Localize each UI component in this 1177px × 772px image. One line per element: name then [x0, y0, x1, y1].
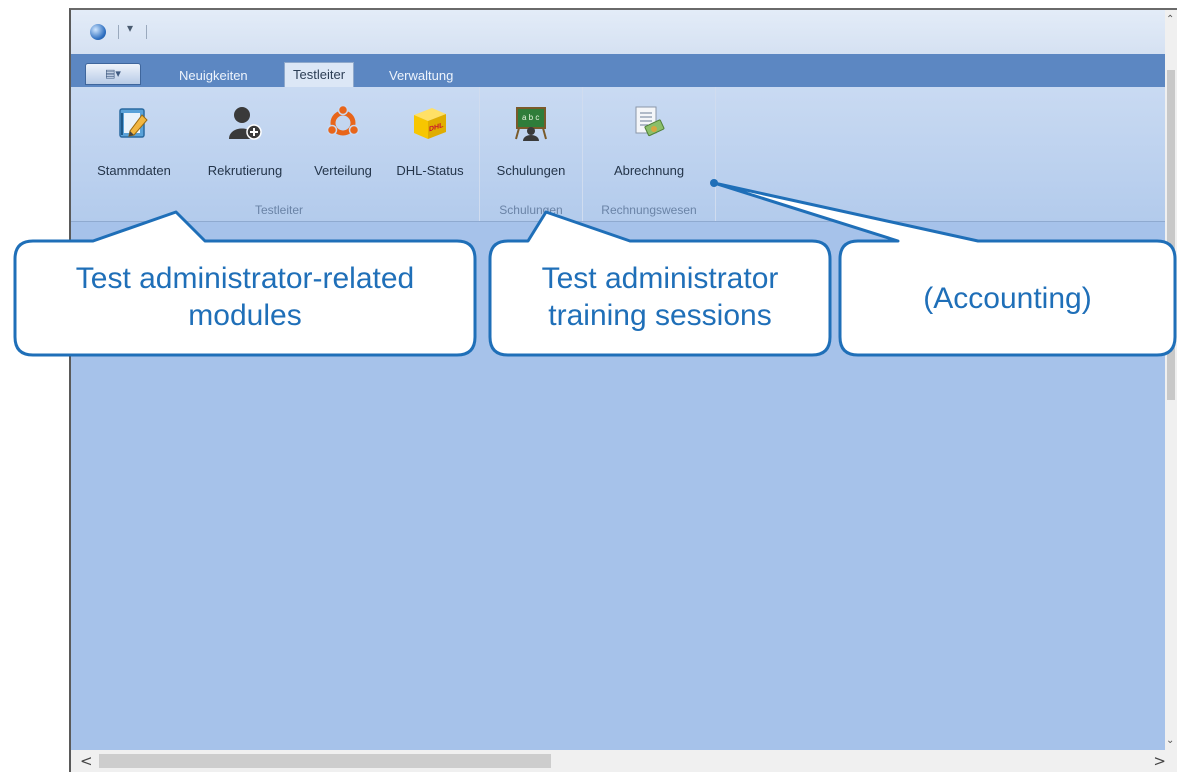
- schulungen-label: Schulungen: [496, 163, 566, 178]
- svg-text:a b c: a b c: [522, 113, 539, 122]
- vertical-scrollbar[interactable]: ⌃ ⌄: [1165, 10, 1177, 750]
- scroll-down-icon[interactable]: ⌄: [1166, 735, 1174, 746]
- scroll-left-icon[interactable]: <: [80, 752, 93, 770]
- dhl-status-label: DHL-Status: [396, 163, 464, 178]
- quick-access-dropdown-icon[interactable]: ▾: [127, 21, 133, 35]
- toolbar-separator: [118, 25, 119, 39]
- ribbon-group-rechnungswesen: Abrechnung Rechnungswesen: [583, 87, 716, 221]
- globe-icon[interactable]: [90, 24, 106, 40]
- callout-schulungen-text: Test administrator training sessions: [541, 262, 779, 332]
- ribbon-panel: Stammdaten Rekrutierung Verteilung DHL D…: [71, 87, 1177, 222]
- scroll-right-icon[interactable]: >: [1153, 752, 1166, 770]
- group-label-rechnungswesen: Rechnungswesen: [601, 203, 697, 217]
- dhl-status-button[interactable]: DHL DHL-Status: [383, 105, 477, 178]
- scroll-up-icon[interactable]: ⌃: [1166, 14, 1174, 25]
- add-user-icon: [227, 105, 263, 141]
- tab-verwaltung[interactable]: Verwaltung: [389, 65, 453, 87]
- horizontal-scroll-thumb[interactable]: [99, 754, 551, 768]
- distribution-icon: [325, 104, 361, 141]
- callout-accounting-text: (Accounting): [923, 282, 1092, 315]
- verteilung-label: Verteilung: [314, 163, 372, 178]
- schulungen-button[interactable]: a b c Schulungen: [480, 105, 582, 178]
- tab-testleiter[interactable]: Testleiter: [284, 62, 355, 87]
- toolbar-separator: [146, 25, 147, 39]
- stammdaten-label: Stammdaten: [97, 163, 171, 178]
- rekrutierung-label: Rekrutierung: [207, 163, 283, 178]
- abrechnung-label: Abrechnung: [613, 163, 685, 178]
- callout-testleiter-text: Test administrator-related modules: [75, 262, 415, 332]
- tab-neuigkeiten[interactable]: Neuigkeiten: [179, 65, 248, 87]
- application-window: ▾ ▤▾ Neuigkeiten Testleiter Verwaltung S: [69, 8, 1177, 772]
- quick-access-toolbar: ▾: [71, 10, 1177, 54]
- application-menu-button[interactable]: ▤▾: [85, 63, 141, 85]
- verteilung-button[interactable]: Verteilung: [301, 104, 385, 178]
- ribbon-group-testleiter: Stammdaten Rekrutierung Verteilung DHL D…: [79, 87, 480, 221]
- ribbon-tab-bar: ▤▾ Neuigkeiten Testleiter Verwaltung: [71, 54, 1177, 87]
- stammdaten-button[interactable]: Stammdaten: [79, 105, 189, 178]
- horizontal-scrollbar[interactable]: < >: [71, 750, 1177, 772]
- rekrutierung-button[interactable]: Rekrutierung: [187, 105, 303, 178]
- dhl-package-icon: DHL: [412, 105, 448, 141]
- group-label-schulungen: Schulungen: [499, 203, 563, 217]
- abrechnung-button[interactable]: Abrechnung: [591, 105, 707, 178]
- invoice-icon: [631, 105, 667, 141]
- group-label-testleiter: Testleiter: [254, 203, 304, 217]
- vertical-scroll-thumb[interactable]: [1167, 70, 1175, 400]
- ribbon-group-schulungen: a b c Schulungen Schulungen: [480, 87, 583, 221]
- notepad-pencil-icon: [116, 105, 152, 141]
- chalkboard-icon: a b c: [513, 105, 549, 141]
